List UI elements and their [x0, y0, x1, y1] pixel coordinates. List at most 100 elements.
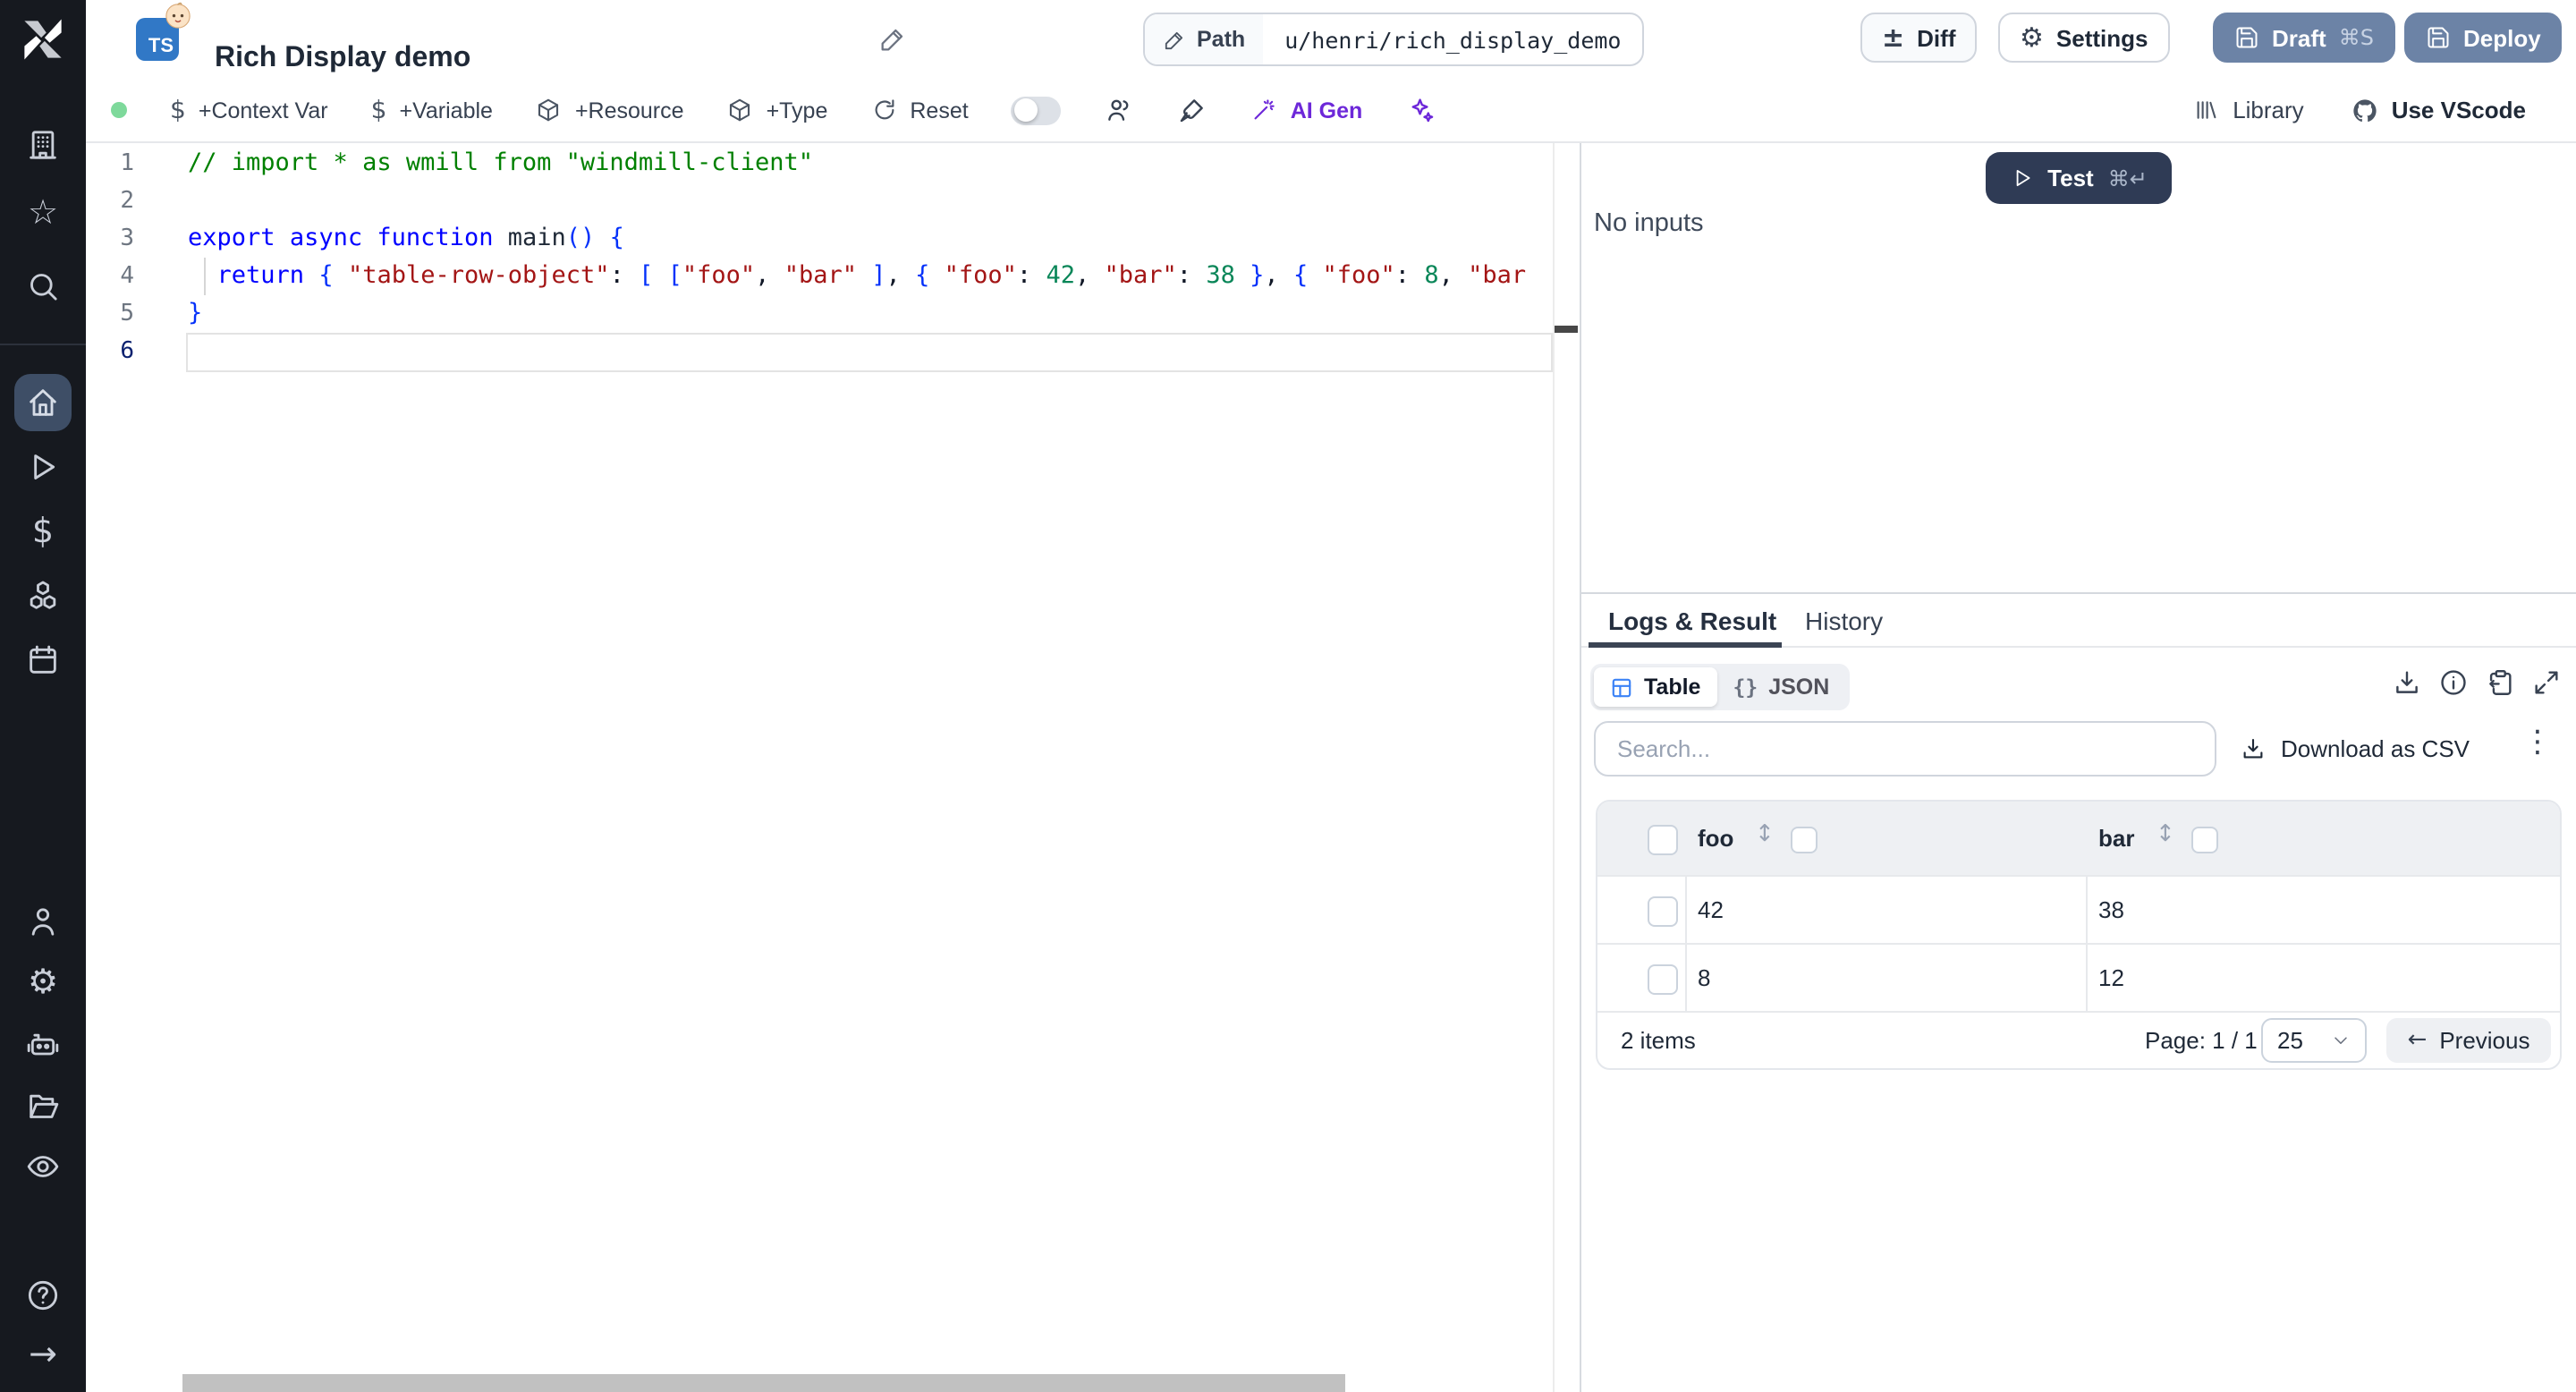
sort-icon[interactable]: ↕	[2156, 823, 2175, 846]
download-icon	[2240, 735, 2267, 762]
expand-icon[interactable]	[2531, 667, 2562, 698]
sidebar-item-gear[interactable]: ⚙	[18, 957, 68, 1007]
cell-bar: 12	[2098, 964, 2124, 991]
sidebar-item-folder[interactable]	[18, 1081, 68, 1131]
edit-title-pencil-icon[interactable]	[878, 25, 907, 54]
sort-icon[interactable]: ↕	[1755, 823, 1775, 846]
add-variable-button[interactable]: $ +Variable	[371, 98, 493, 123]
sidebar-item-cubes[interactable]	[18, 571, 68, 621]
items-count: 2 items	[1621, 1027, 1696, 1054]
row-checkbox[interactable]	[1648, 896, 1678, 927]
result-actions	[2392, 667, 2562, 698]
download-csv-button[interactable]: Download as CSV	[2240, 721, 2470, 777]
select-all-checkbox[interactable]	[1648, 825, 1678, 855]
status-dot	[111, 102, 127, 118]
line-number: 5	[86, 295, 134, 333]
settings-button[interactable]: ⚙ Settings	[1998, 13, 2170, 63]
home-icon	[25, 385, 61, 420]
add-resource-button[interactable]: +Resource	[536, 97, 684, 123]
braces-icon: {}	[1733, 675, 1758, 700]
folder-icon	[25, 1088, 61, 1124]
sidebar-item-arrow-right[interactable]: →	[18, 1329, 68, 1379]
sidebar-item-play[interactable]	[18, 442, 68, 492]
current-line-highlight	[186, 333, 1553, 372]
search-input[interactable]	[1594, 721, 2216, 777]
sidebar-item-star[interactable]: ☆	[18, 188, 68, 238]
code-editor[interactable]: 123456 // import * as wmill from "windmi…	[86, 143, 1580, 1392]
windmill-logo-icon[interactable]	[16, 13, 70, 66]
draft-button[interactable]: Draft ⌘S	[2213, 13, 2395, 63]
path-widget[interactable]: Path u/henri/rich_display_demo	[1143, 13, 1645, 66]
no-inputs-text: No inputs	[1594, 209, 1704, 238]
users-icon[interactable]	[1105, 95, 1135, 125]
help-icon	[25, 1277, 61, 1313]
sidebar-item-building[interactable]	[18, 120, 68, 170]
sidebar-item-home[interactable]	[18, 378, 68, 428]
active-tab-underline	[1589, 642, 1782, 648]
tab-logs-result[interactable]: Logs & Result	[1608, 607, 1776, 635]
line-number: 1	[86, 145, 134, 182]
table-footer: 2 items Page: 1 / 1 25 ← Previous	[1597, 1011, 2560, 1070]
column-header-bar[interactable]: bar	[2098, 825, 2134, 852]
eye-icon	[25, 1149, 61, 1184]
info-icon[interactable]	[2438, 667, 2469, 698]
path-label: Path	[1197, 27, 1245, 52]
save-icon	[2426, 25, 2451, 50]
previous-page-button[interactable]: ← Previous	[2386, 1018, 2551, 1063]
refresh-icon	[870, 97, 897, 123]
format-brush-icon[interactable]	[1178, 95, 1208, 125]
path-value: u/henri/rich_display_demo	[1263, 14, 1642, 64]
page-size-select[interactable]: 25	[2261, 1018, 2367, 1063]
diff-mode-toggle[interactable]	[1012, 96, 1062, 124]
right-panel: Test ⌘↵ No inputs Logs & Result History …	[1581, 143, 2576, 1392]
test-button[interactable]: Test ⌘↵	[1986, 152, 2172, 204]
result-table: foo ↕ bar ↕ 42 38 8 12 2 items Page:	[1596, 800, 2562, 1070]
column-bar-checkbox[interactable]	[2191, 827, 2218, 853]
sidebar-item-robot[interactable]	[18, 1020, 68, 1070]
tab-history[interactable]: History	[1805, 607, 1883, 635]
row-checkbox[interactable]	[1648, 964, 1678, 995]
diff-button[interactable]: ± Diff	[1860, 13, 1978, 63]
draft-shortcut: ⌘S	[2339, 25, 2374, 50]
sidebar-item-search[interactable]	[18, 261, 68, 311]
sidebar-item-eye[interactable]	[18, 1142, 68, 1192]
add-context-var-button[interactable]: $ +Context Var	[170, 98, 328, 123]
sparkles-icon[interactable]	[1405, 95, 1436, 125]
page-indicator: Page: 1 / 1	[2145, 1027, 2258, 1054]
column-header-foo[interactable]: foo	[1698, 825, 1733, 852]
reset-button[interactable]: Reset	[870, 97, 968, 123]
chevron-down-icon	[2331, 1031, 2351, 1050]
sidebar-item-person[interactable]	[18, 896, 68, 946]
result-view-toggle: Table {} JSON	[1590, 664, 1849, 710]
dollar-icon: $	[25, 514, 61, 549]
editor-horizontal-scrollbar[interactable]	[182, 1374, 1345, 1392]
cubes-icon	[25, 578, 61, 614]
sidebar-item-help[interactable]	[18, 1270, 68, 1320]
deploy-button[interactable]: Deploy	[2404, 13, 2563, 63]
download-icon[interactable]	[2392, 667, 2422, 698]
code-line-5: }	[188, 295, 202, 333]
library-icon	[2193, 97, 2220, 123]
clipboard-icon[interactable]	[2485, 667, 2515, 698]
gear-icon: ⚙	[2020, 24, 2044, 51]
library-button[interactable]: Library	[2193, 97, 2304, 123]
kebab-menu-icon[interactable]: ⋮	[2522, 728, 2553, 759]
sidebar-item-calendar[interactable]	[18, 635, 68, 685]
view-toggle-table[interactable]: Table	[1594, 667, 1716, 707]
table-grid-icon	[1610, 675, 1633, 699]
package-icon	[536, 97, 563, 123]
use-vscode-button[interactable]: Use VScode	[2351, 96, 2526, 124]
view-toggle-json[interactable]: {} JSON	[1716, 667, 1845, 707]
save-icon	[2234, 25, 2259, 50]
ai-gen-button[interactable]: AI Gen	[1251, 97, 1363, 123]
column-foo-checkbox[interactable]	[1791, 827, 1818, 853]
play-icon	[25, 449, 61, 485]
add-type-button[interactable]: +Type	[727, 97, 828, 123]
gear-icon: ⚙	[25, 964, 61, 1000]
column-divider	[2086, 875, 2088, 1011]
table-row[interactable]: 8 12	[1597, 943, 2560, 1011]
line-number: 6	[86, 333, 134, 370]
sidebar-item-dollar[interactable]: $	[18, 506, 68, 556]
table-row[interactable]: 42 38	[1597, 875, 2560, 943]
panel-split-divider[interactable]	[1581, 592, 2576, 594]
